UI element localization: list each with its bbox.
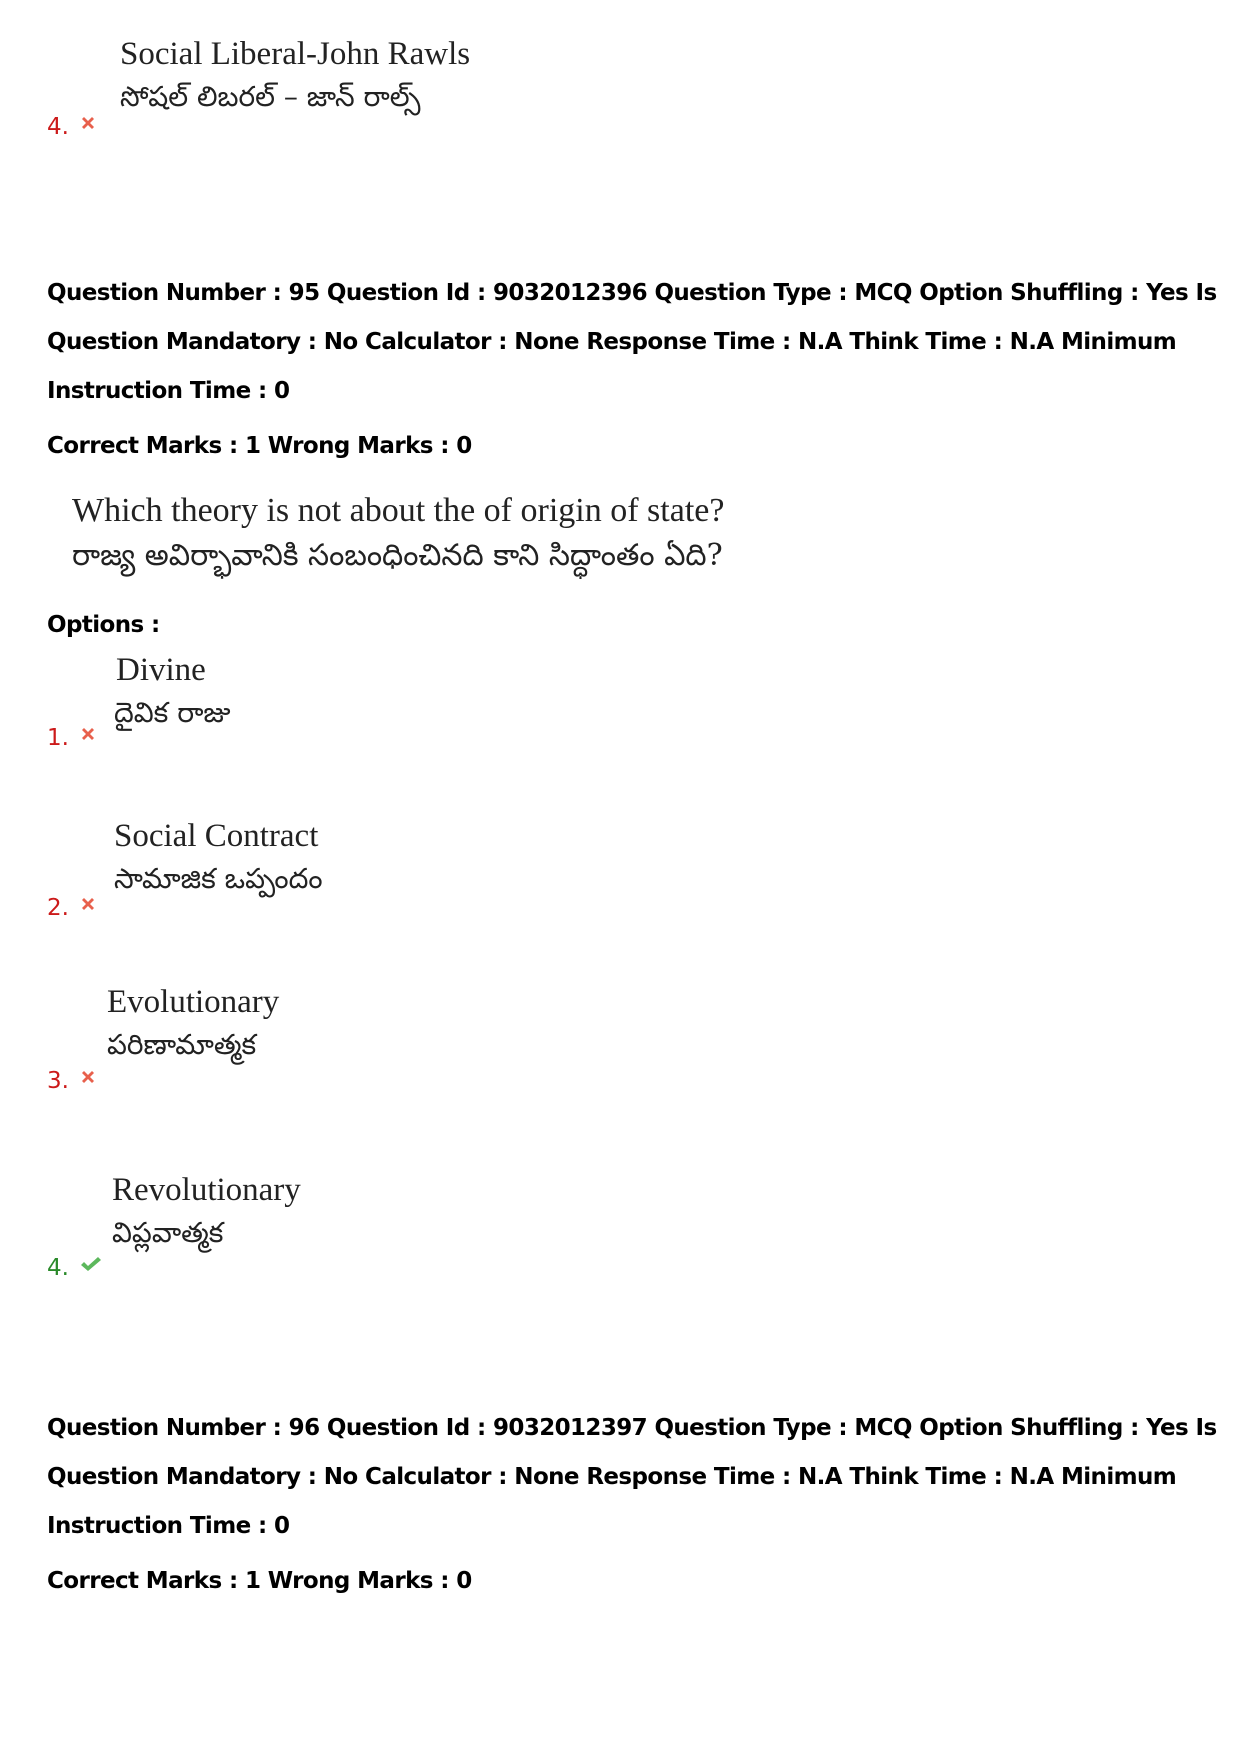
option-marker: 4. [47, 114, 97, 140]
question-meta-line1: Question Number : 95 Question Id : 90320… [47, 280, 1217, 306]
option-text-te: సామాజిక ఒప్పందం [114, 862, 323, 895]
option-text-en: Divine [116, 652, 206, 688]
cross-icon [79, 895, 97, 913]
options-label: Options : [47, 612, 160, 638]
question-text-te: రాజ్య అవిర్భావానికి సంబంధించినది కాని సి… [72, 538, 723, 573]
option-number: 1. [47, 725, 69, 751]
question-meta-line1: Question Number : 96 Question Id : 90320… [47, 1415, 1217, 1441]
cross-icon [79, 1068, 97, 1086]
option-text-te: పరిణామాత్మక [107, 1028, 257, 1061]
cross-icon [79, 114, 97, 132]
option-number: 4. [47, 1255, 69, 1281]
option-text-te: విప్లవాత్మక [112, 1216, 224, 1249]
question-marks: Correct Marks : 1 Wrong Marks : 0 [47, 433, 472, 459]
question-meta-line2: Question Mandatory : No Calculator : Non… [47, 329, 1177, 355]
option-marker: 4. [47, 1255, 103, 1281]
cross-icon [79, 725, 97, 743]
question-meta-line3: Instruction Time : 0 [47, 378, 290, 404]
question-meta-line2: Question Mandatory : No Calculator : Non… [47, 1464, 1177, 1490]
option-marker: 2. [47, 895, 97, 921]
option-number: 4. [47, 114, 69, 140]
question-meta-line3: Instruction Time : 0 [47, 1513, 290, 1539]
option-text-te: సోషల్ లిబరల్ – జాన్ రాల్స్ [120, 80, 421, 113]
option-text-en: Revolutionary [112, 1172, 301, 1208]
option-marker: 1. [47, 725, 97, 751]
question-marks: Correct Marks : 1 Wrong Marks : 0 [47, 1568, 472, 1594]
option-marker: 3. [47, 1068, 97, 1094]
option-text-te: దైవిక రాజు [114, 696, 231, 729]
option-text-en: Social Contract [114, 818, 319, 854]
option-text-en: Social Liberal-John Rawls [120, 36, 471, 72]
question-text-en: Which theory is not about the of origin … [72, 492, 725, 529]
check-icon [79, 1255, 103, 1273]
option-text-en: Evolutionary [107, 984, 280, 1020]
option-number: 3. [47, 1068, 69, 1094]
option-number: 2. [47, 895, 69, 921]
